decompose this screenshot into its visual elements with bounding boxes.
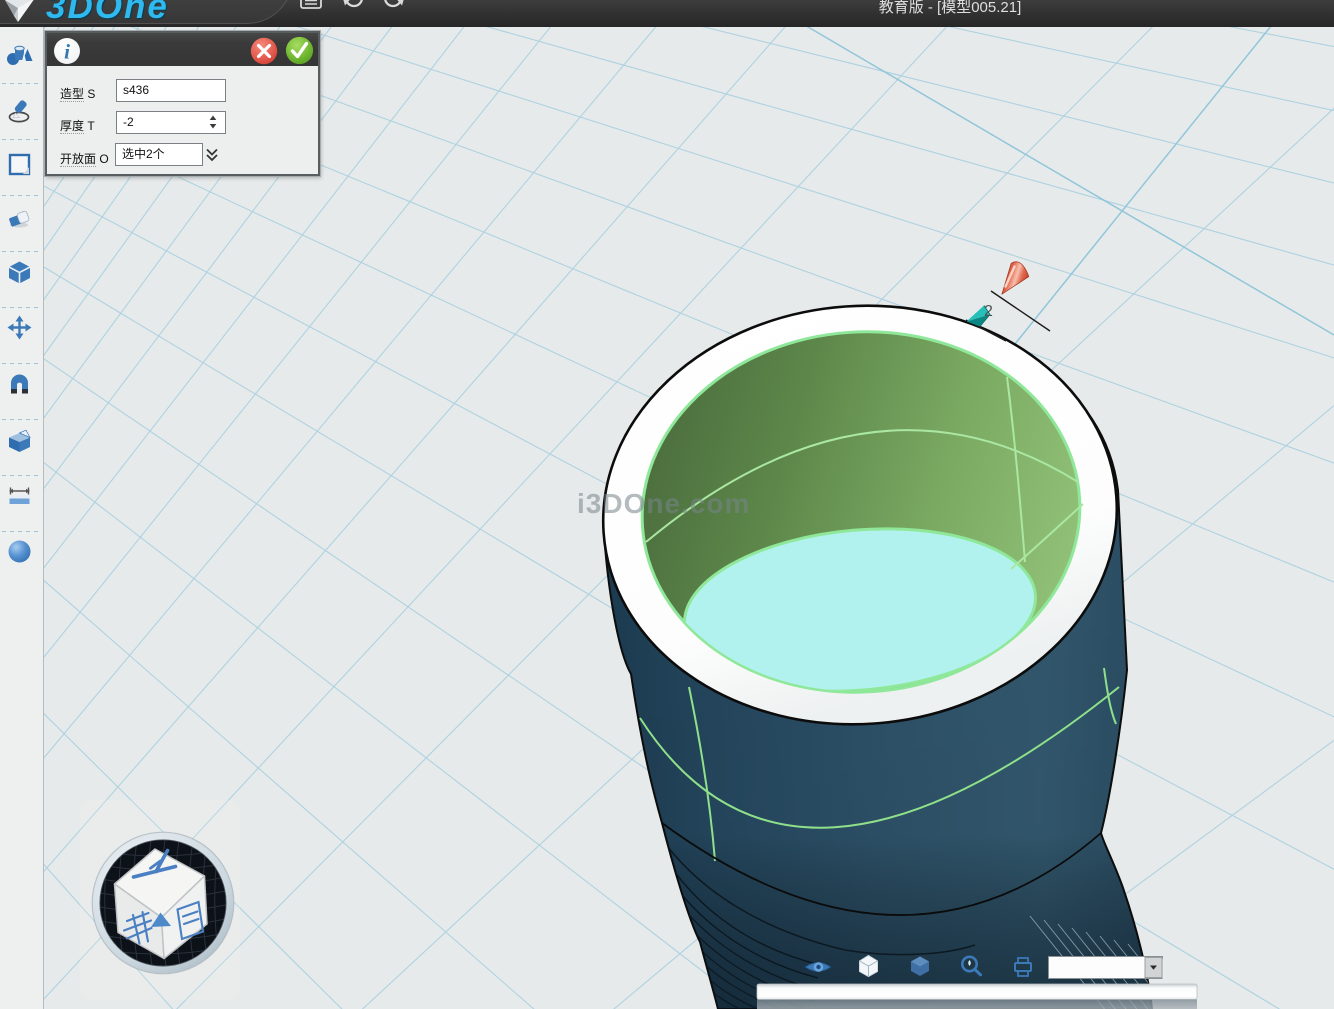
- svg-text:2: 2: [984, 303, 993, 320]
- svg-text:i: i: [64, 39, 70, 63]
- svg-text:i3DOne.com: i3DOne.com: [577, 488, 750, 519]
